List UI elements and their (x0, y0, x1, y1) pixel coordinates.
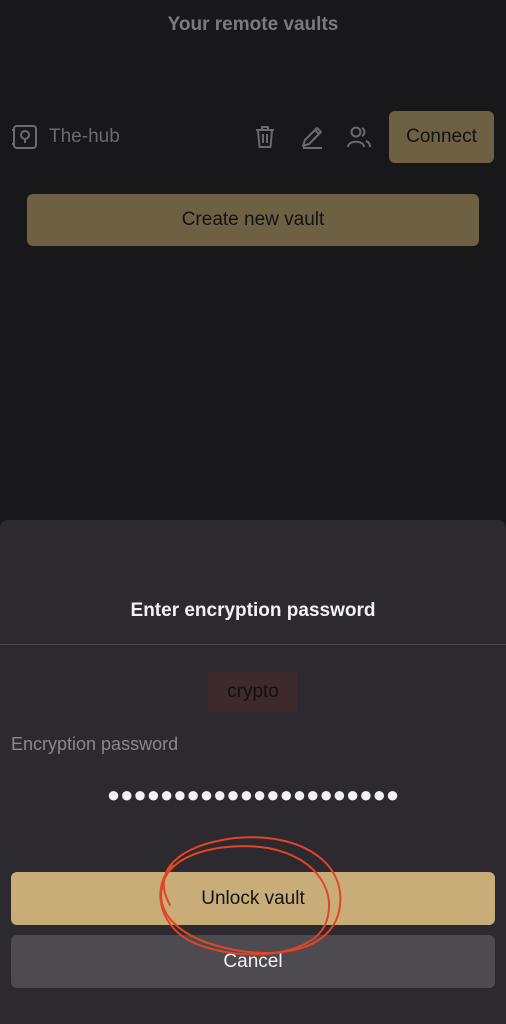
trash-icon[interactable] (251, 123, 279, 151)
password-dialog: Enter encryption password crypto Encrypt… (0, 520, 506, 1024)
dialog-title: Enter encryption password (130, 600, 376, 621)
password-label: Encryption password (11, 734, 179, 754)
divider (0, 644, 506, 645)
create-vault-button[interactable]: Create new vault (27, 194, 479, 246)
pencil-icon[interactable] (298, 123, 326, 151)
users-icon[interactable] (345, 123, 373, 151)
cancel-button[interactable]: Cancel (11, 935, 495, 988)
vault-icon (12, 125, 37, 149)
unlock-vault-button[interactable]: Unlock vault (11, 872, 495, 925)
vault-name[interactable]: The-hub (49, 126, 120, 148)
page-title: Your remote vaults (167, 14, 339, 35)
connect-button[interactable]: Connect (389, 111, 494, 163)
vault-name-chip: crypto (208, 672, 298, 712)
vault-row: The-hub Connect (0, 110, 506, 164)
password-field[interactable]: ●●●●●●●●●●●●●●●●●●●●●● (0, 782, 506, 808)
